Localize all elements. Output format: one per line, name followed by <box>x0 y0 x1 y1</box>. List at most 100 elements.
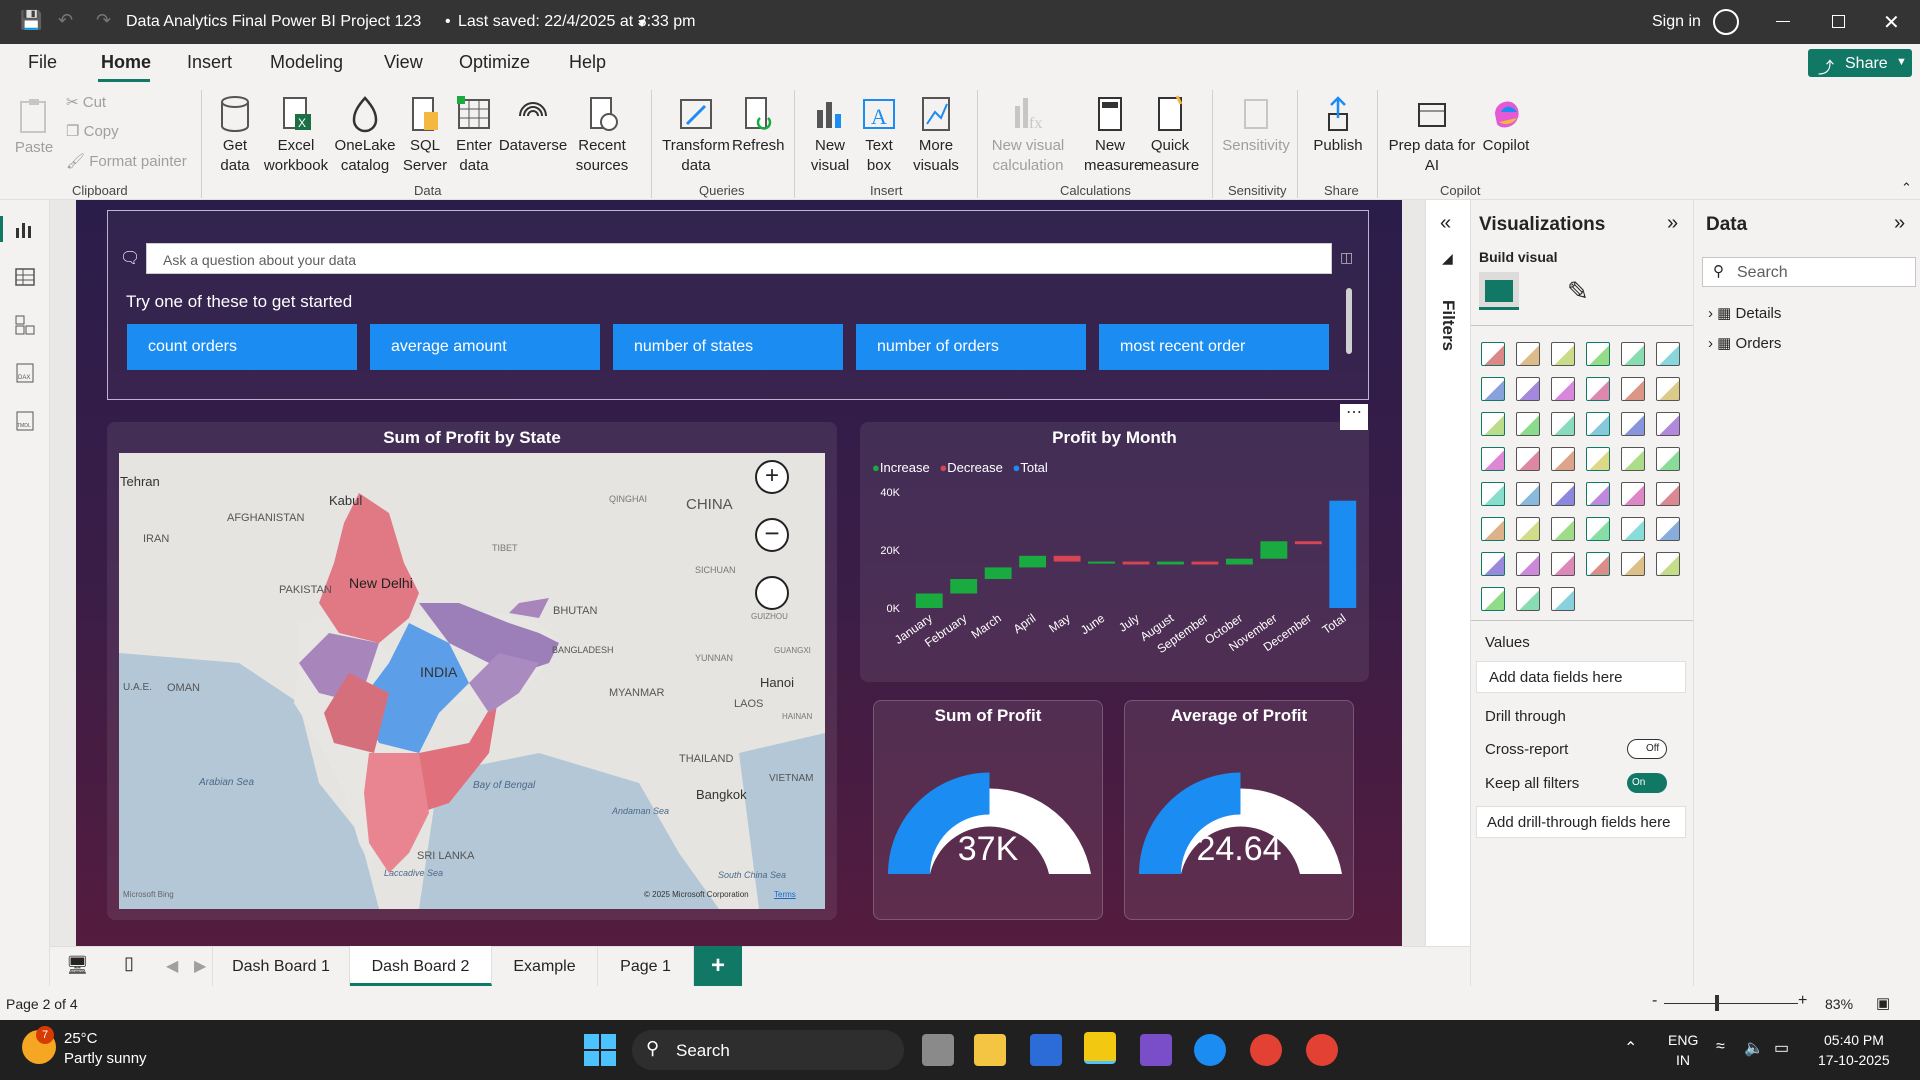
tab-view[interactable]: View <box>384 52 423 73</box>
chrome-profile-icon[interactable] <box>1306 1034 1338 1066</box>
enter-data-button[interactable]: Enter data <box>452 94 496 176</box>
add-data-fields-well[interactable]: Add data fields here <box>1476 661 1686 693</box>
visual-type-icon[interactable] <box>1621 552 1645 576</box>
page-tab[interactable]: Example <box>492 946 598 986</box>
onelake-catalog-button[interactable]: OneLake catalog <box>331 94 399 176</box>
page-tab[interactable]: Page 1 <box>598 946 694 986</box>
maximize-icon[interactable] <box>1832 15 1845 28</box>
qa-scrollbar[interactable] <box>1346 288 1352 354</box>
visual-type-icon[interactable] <box>1656 552 1680 576</box>
task-view-icon[interactable] <box>922 1034 954 1066</box>
visual-studio-icon[interactable] <box>1140 1034 1172 1066</box>
visual-type-icon[interactable] <box>1551 412 1575 436</box>
model-view-icon[interactable] <box>14 314 36 336</box>
collapse-visualizations-icon[interactable]: » <box>1667 212 1678 235</box>
tab-modeling[interactable]: Modeling <box>270 52 343 73</box>
volume-icon[interactable]: 🔈 <box>1744 1038 1764 1058</box>
add-drill-through-well[interactable]: Add drill-through fields here <box>1476 806 1686 838</box>
visual-type-icon[interactable] <box>1656 447 1680 471</box>
expand-filters-icon[interactable]: « <box>1440 212 1451 235</box>
visual-type-icon[interactable] <box>1586 552 1610 576</box>
visual-type-icon[interactable] <box>1551 552 1575 576</box>
qa-suggestion-button[interactable]: average amount <box>370 324 600 370</box>
close-icon[interactable]: ✕ <box>1883 10 1900 35</box>
visual-type-icon[interactable] <box>1481 552 1505 576</box>
visual-type-icon[interactable] <box>1656 517 1680 541</box>
visual-type-icon[interactable] <box>1586 377 1610 401</box>
zoom-slider[interactable] <box>1664 1003 1798 1004</box>
visual-type-icon[interactable] <box>1516 412 1540 436</box>
visual-type-icon[interactable] <box>1621 482 1645 506</box>
visual-type-icon[interactable] <box>1551 517 1575 541</box>
sensitivity-button[interactable]: Sensitivity <box>1220 94 1292 156</box>
qa-suggestion-button[interactable]: number of orders <box>856 324 1086 370</box>
page-tab[interactable]: Dash Board 1 <box>212 946 350 986</box>
get-data-button[interactable]: Get data <box>211 94 259 176</box>
zoom-slider-thumb[interactable] <box>1715 995 1719 1011</box>
data-search-input[interactable]: ⚲ Search <box>1702 257 1916 287</box>
copy-button[interactable]: ❐ Copy <box>66 122 119 142</box>
tab-file[interactable]: File <box>28 52 57 73</box>
visual-type-icon[interactable] <box>1656 377 1680 401</box>
scroll-right-icon[interactable]: ▶ <box>194 956 206 976</box>
quick-measure-button[interactable]: Quick measure <box>1140 94 1200 176</box>
visual-type-icon[interactable] <box>1481 482 1505 506</box>
filters-pane-collapsed[interactable]: « ◢ Filters <box>1425 200 1470 986</box>
visual-type-icon[interactable] <box>1621 342 1645 366</box>
more-visuals-button[interactable]: More visuals <box>906 94 966 176</box>
visual-type-icon[interactable] <box>1481 517 1505 541</box>
add-page-button[interactable]: + <box>694 946 742 986</box>
refresh-button[interactable]: Refresh <box>732 94 785 156</box>
visual-type-icon[interactable] <box>1516 482 1540 506</box>
qa-question-input[interactable]: Ask a question about your data <box>146 243 1332 274</box>
taskbar-search[interactable]: ⚲ Search <box>632 1030 904 1070</box>
visual-type-icon[interactable] <box>1516 377 1540 401</box>
windows-start-icon[interactable] <box>584 1034 616 1066</box>
tab-help[interactable]: Help <box>569 52 606 73</box>
new-visual-button[interactable]: New visual <box>806 94 854 176</box>
zoom-in-button[interactable]: + <box>1798 992 1807 1010</box>
visual-type-icon[interactable] <box>1586 342 1610 366</box>
cut-button[interactable]: ✂ Cut <box>66 93 106 113</box>
table-item-details[interactable]: › ▦ Details <box>1708 304 1781 322</box>
visual-type-icon[interactable] <box>1551 342 1575 366</box>
chrome-icon[interactable] <box>1250 1034 1282 1066</box>
undo-icon[interactable]: ↶ <box>58 10 73 31</box>
chevron-up-icon[interactable]: ⌃ <box>1624 1038 1637 1058</box>
collapse-ribbon-icon[interactable]: ⌃ <box>1901 180 1912 196</box>
cross-report-toggle[interactable]: Off <box>1627 739 1667 759</box>
report-view-icon[interactable] <box>14 218 36 240</box>
zoom-out-button[interactable]: - <box>1652 992 1657 1010</box>
map-terms-link[interactable]: Terms <box>774 890 796 899</box>
zoom-in-icon[interactable]: + <box>755 460 789 494</box>
visual-type-icon[interactable] <box>1551 447 1575 471</box>
collapse-data-icon[interactable]: » <box>1894 212 1905 235</box>
file-explorer-icon[interactable] <box>974 1034 1006 1066</box>
minimize-icon[interactable] <box>1776 21 1790 22</box>
visual-type-icon[interactable] <box>1481 587 1505 611</box>
transform-data-button[interactable]: Transform data <box>660 94 732 176</box>
map-style-icon[interactable] <box>755 576 789 610</box>
visual-type-icon[interactable] <box>1516 517 1540 541</box>
build-visual-tab[interactable] <box>1479 272 1519 310</box>
dax-query-view-icon[interactable]: DAX <box>14 362 36 384</box>
visual-type-icon[interactable] <box>1621 447 1645 471</box>
sign-in-link[interactable]: Sign in <box>1652 13 1701 31</box>
qa-convert-icon[interactable]: ◫ <box>1340 249 1353 266</box>
chevron-down-icon[interactable]: ▼ <box>636 16 648 30</box>
scroll-left-icon[interactable]: ◀ <box>166 956 178 976</box>
tab-home[interactable]: Home <box>101 52 151 73</box>
format-painter-button[interactable]: 🖌 Format painter <box>66 152 187 172</box>
text-box-button[interactable]: A Text box <box>856 94 902 176</box>
table-view-icon[interactable] <box>14 266 36 288</box>
qa-suggestion-button[interactable]: number of states <box>613 324 843 370</box>
table-item-orders[interactable]: › ▦ Orders <box>1708 334 1781 352</box>
excel-workbook-button[interactable]: X Excel workbook <box>262 94 330 176</box>
share-button[interactable]: ⤴ Share ▼ <box>1808 49 1912 77</box>
sql-server-button[interactable]: SQL Server <box>400 94 450 176</box>
visual-type-icon[interactable] <box>1586 412 1610 436</box>
visual-type-icon[interactable] <box>1481 377 1505 401</box>
visual-type-icon[interactable] <box>1516 587 1540 611</box>
recent-sources-button[interactable]: Recent sources <box>568 94 636 176</box>
redo-icon[interactable]: ↷ <box>96 10 111 31</box>
